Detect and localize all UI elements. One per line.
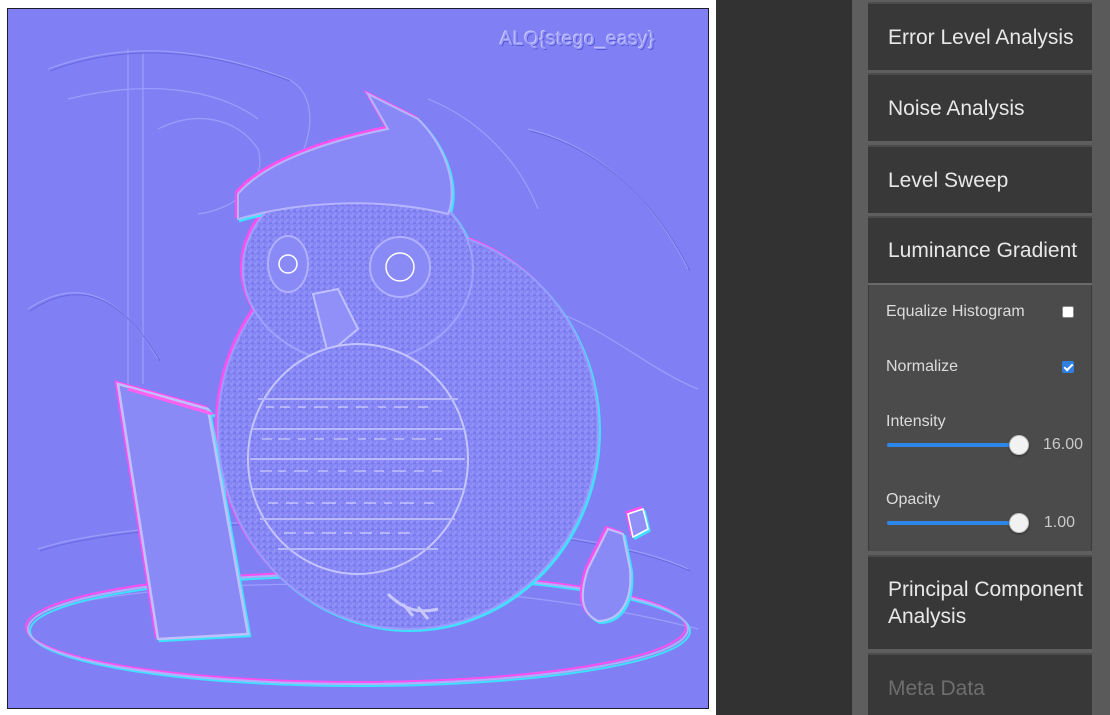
section-label: Luminance Gradient [888,239,1078,262]
analysis-sidebar: Error Level Analysis Noise Analysis Leve… [868,0,1092,715]
gradient-image [8,9,708,708]
image-watermark-text: ALQ{stego_easy} [500,29,656,50]
intensity-value: 16.00 [1042,436,1083,453]
section-noise-analysis[interactable]: Noise Analysis [868,73,1092,141]
slider-thumb[interactable] [1009,513,1029,533]
equalize-histogram-checkbox[interactable] [1062,306,1074,318]
opacity-value: 1.00 [1043,514,1075,531]
section-meta-data: Meta Data [868,653,1092,715]
equalize-histogram-label: Equalize Histogram [886,303,1025,320]
opacity-slider[interactable] [887,513,1029,533]
section-error-level-analysis[interactable]: Error Level Analysis [868,2,1092,70]
image-viewer[interactable]: ALQ{stego_easy} [7,8,709,709]
luminance-gradient-options: Equalize Histogram Normalize Intensity 1… [868,285,1092,551]
section-principal-component-analysis[interactable]: Principal Component Analysis [868,555,1092,649]
viewer-gutter [716,0,852,715]
section-luminance-gradient[interactable]: Luminance Gradient [868,216,1092,283]
normalize-label: Normalize [886,358,959,375]
normalize-checkbox[interactable] [1062,361,1074,373]
intensity-slider[interactable] [887,435,1029,455]
section-level-sweep[interactable]: Level Sweep [868,145,1092,213]
slider-fill [887,521,1018,525]
section-label: Error Level Analysis [888,25,1074,49]
opacity-label: Opacity [886,491,941,508]
sidebar-scroll-rail[interactable] [1092,0,1110,715]
section-label: Level Sweep [888,168,1009,192]
slider-fill [887,443,1018,447]
intensity-label: Intensity [886,413,946,430]
section-label: Noise Analysis [888,96,1025,120]
section-label: Meta Data [888,677,985,700]
slider-thumb[interactable] [1009,435,1029,455]
section-label: Principal Component Analysis [888,578,1083,628]
